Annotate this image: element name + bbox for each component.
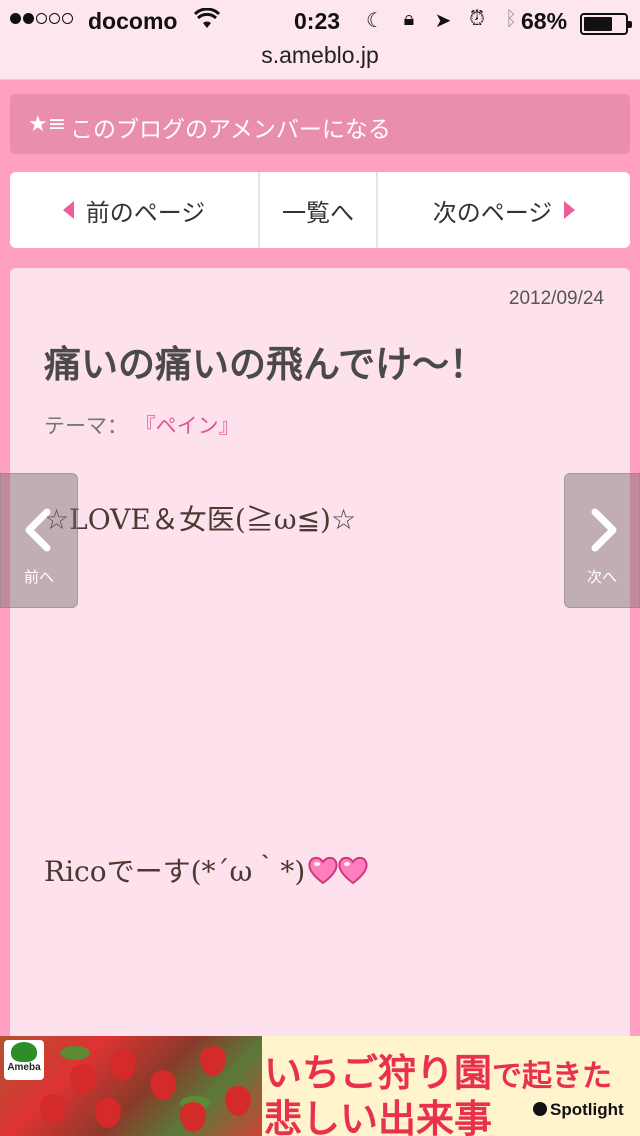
alarm-clock-icon: ⏰︎	[469, 8, 485, 30]
url-bar[interactable]: s.ameblo.jp	[0, 42, 640, 69]
page-navigation: 前のページ 一覧へ 次のページ	[10, 172, 630, 248]
spotlight-logo: Spotlight	[533, 1100, 624, 1120]
ad-headline-line2: 悲しい出来事	[264, 1097, 493, 1136]
orientation-lock-icon: 🔒︎	[403, 8, 415, 30]
battery-icon	[580, 13, 632, 35]
side-next-button[interactable]: 次へ	[564, 473, 640, 608]
theme-label: テーマ：	[44, 414, 128, 438]
location-arrow-icon: ➤	[434, 10, 452, 32]
amember-join-label: このブログのアメンバーになる	[70, 117, 391, 143]
status-bar: docomo 0:23 ☾ 🔒︎ ➤ ⏰︎ ᛒ 68%	[0, 4, 640, 40]
article-body-text: Ricoでーす(*´ω｀*)	[44, 855, 306, 888]
article-card: 2012/09/24 痛いの痛いの飛んでけ～！ テーマ： 『ペイン』 ☆LOVE…	[10, 268, 630, 1136]
clock: 0:23	[294, 8, 341, 34]
ad-banner[interactable]: Ameba いちご狩り園で起きた 悲しい出来事 Spotlight	[0, 1036, 640, 1136]
list-page-button[interactable]: 一覧へ	[260, 172, 378, 248]
carrier-name: docomo	[88, 8, 178, 34]
article-date: 2012/09/24	[508, 288, 604, 309]
signal-strength-icon	[10, 13, 73, 24]
triangle-left-icon	[62, 201, 74, 219]
theme-link[interactable]: 『ペイン』	[135, 414, 240, 438]
spotlight-icon	[533, 1102, 547, 1116]
bluetooth-icon: ᛒ	[505, 8, 517, 30]
article-theme: テーマ： 『ペイン』	[44, 410, 240, 440]
ameba-logo: Ameba	[4, 1040, 44, 1080]
side-prev-label: 前へ	[23, 568, 54, 586]
article-body-line: ☆LOVE＆女医(≧ω≦)☆	[44, 503, 357, 536]
side-next-label: 次へ	[586, 568, 617, 586]
article-title: 痛いの痛いの飛んでけ～！	[44, 343, 487, 386]
amember-join-button[interactable]: ★≡ このブログのアメンバーになる	[10, 94, 630, 154]
browser-top-bar: docomo 0:23 ☾ 🔒︎ ➤ ⏰︎ ᛒ 68% s.ameblo.jp	[0, 0, 640, 80]
chevron-right-icon	[583, 508, 623, 556]
next-page-label: 次のページ	[432, 198, 553, 227]
triangle-right-icon	[564, 201, 576, 219]
do-not-disturb-moon-icon: ☾	[366, 10, 384, 32]
battery-percent: 68%	[521, 8, 568, 34]
star-trail-icon: ★≡	[28, 112, 67, 137]
list-page-label: 一覧へ	[282, 198, 354, 227]
wifi-icon	[193, 7, 221, 36]
ameba-face-icon	[11, 1042, 37, 1062]
prev-page-button[interactable]: 前のページ	[10, 172, 260, 248]
article-body-line: Ricoでーす(*´ω｀*)	[44, 850, 371, 892]
next-page-button[interactable]: 次のページ	[378, 172, 630, 248]
chevron-left-icon	[19, 508, 59, 556]
side-prev-button[interactable]: 前へ	[0, 473, 78, 608]
prev-page-label: 前のページ	[85, 198, 206, 227]
pink-hearts-emoji-icon	[307, 855, 371, 892]
